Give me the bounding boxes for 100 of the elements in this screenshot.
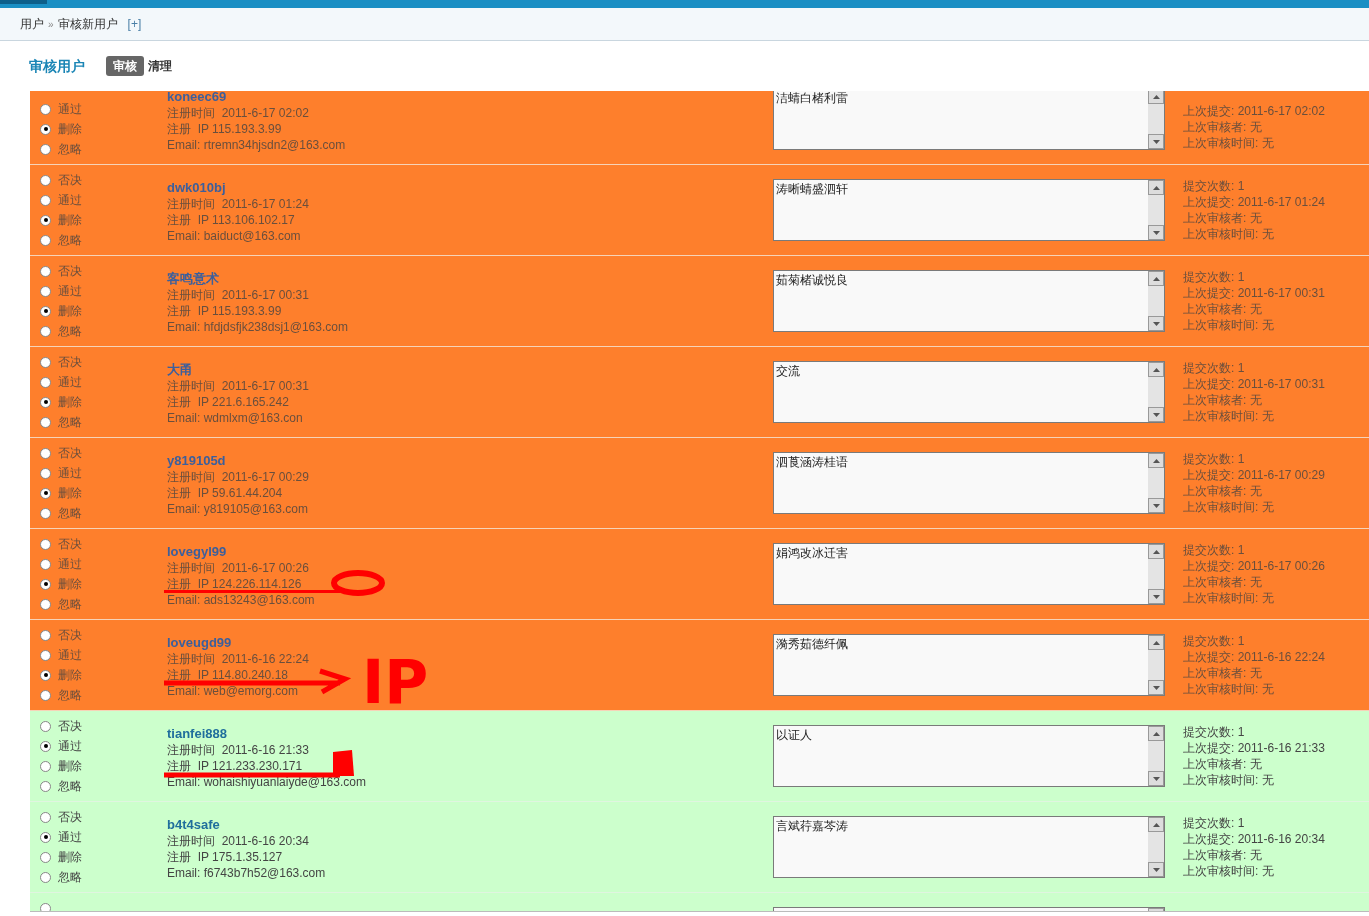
scroll-up-icon[interactable] bbox=[1148, 362, 1164, 377]
user-detail: 注册时间 2011-6-16 22:24 bbox=[167, 651, 309, 667]
radio-button[interactable] bbox=[40, 103, 51, 115]
radio-button[interactable] bbox=[40, 831, 51, 843]
text-area[interactable]: 洁蜻白楮利雷 bbox=[773, 91, 1165, 150]
scrollbar[interactable] bbox=[1148, 817, 1164, 877]
text-area[interactable]: 交流 bbox=[773, 361, 1165, 423]
text-area[interactable]: 漪秀茹德纤佩 bbox=[773, 634, 1165, 696]
option-label: 通过 bbox=[58, 192, 82, 209]
radio-button[interactable] bbox=[40, 669, 51, 681]
user-detail: 注册时间 2011-6-17 02:02 bbox=[167, 105, 309, 121]
scrollbar[interactable] bbox=[1148, 362, 1164, 422]
breadcrumb-link[interactable]: 审核新用户 bbox=[57, 15, 118, 33]
radio-button[interactable] bbox=[40, 285, 51, 297]
option-label: 删除 bbox=[58, 485, 82, 502]
stat-text: 上次审核时间: 无 bbox=[1183, 772, 1274, 788]
scroll-up-icon[interactable] bbox=[1148, 726, 1164, 741]
radio-button[interactable] bbox=[40, 234, 51, 246]
stat-text: 上次审核时间: 无 bbox=[1183, 408, 1274, 424]
stat-text: 上次提交: 2011-6-16 22:24 bbox=[1183, 649, 1325, 665]
text-area[interactable]: 涛晰蜻盛泗轩 bbox=[773, 179, 1165, 241]
stat-text: 上次审核者: 无 bbox=[1183, 483, 1262, 499]
scroll-up-icon[interactable] bbox=[1148, 180, 1164, 195]
stat-text: 上次审核者: 无 bbox=[1183, 392, 1262, 408]
scroll-down-icon[interactable] bbox=[1148, 316, 1164, 331]
radio-button[interactable] bbox=[40, 760, 51, 772]
scrollbar[interactable] bbox=[1148, 271, 1164, 331]
breadcrumb-link[interactable]: 用户 bbox=[20, 15, 44, 33]
radio-button[interactable] bbox=[40, 598, 51, 610]
scroll-down-icon[interactable] bbox=[1148, 589, 1164, 604]
option-label: 否决 bbox=[58, 718, 82, 735]
add-link[interactable]: [+] bbox=[127, 15, 142, 33]
scrollbar[interactable] bbox=[1148, 635, 1164, 695]
scroll-up-icon[interactable] bbox=[1148, 271, 1164, 286]
scroll-up-icon[interactable] bbox=[1148, 544, 1164, 559]
radio-button[interactable] bbox=[40, 447, 51, 459]
stat-text: 上次审核时间: 无 bbox=[1183, 317, 1274, 333]
radio-button[interactable] bbox=[40, 194, 51, 206]
scrollbar[interactable] bbox=[1148, 91, 1164, 149]
radio-button[interactable] bbox=[40, 811, 51, 823]
text-area[interactable]: 娟鸿改冰迁害 bbox=[773, 543, 1165, 605]
radio-button[interactable] bbox=[40, 396, 51, 408]
radio-button[interactable] bbox=[40, 507, 51, 519]
radio-button[interactable] bbox=[40, 780, 51, 792]
scrollbar[interactable] bbox=[1148, 544, 1164, 604]
radio-button[interactable] bbox=[40, 720, 51, 732]
user-detail: 注册时间 2011-6-17 00:26 bbox=[167, 560, 309, 576]
stat-text: 提交次数: 1 bbox=[1183, 178, 1245, 194]
scroll-down-icon[interactable] bbox=[1148, 407, 1164, 422]
text-area[interactable]: 言斌荇嘉芩涛 bbox=[773, 816, 1165, 878]
scrollbar[interactable] bbox=[1148, 453, 1164, 513]
scroll-down-icon[interactable] bbox=[1148, 134, 1164, 149]
radio-button[interactable] bbox=[40, 740, 51, 752]
radio-button[interactable] bbox=[40, 871, 51, 883]
radio-button[interactable] bbox=[40, 214, 51, 226]
scroll-down-icon[interactable] bbox=[1148, 225, 1164, 240]
radio-button[interactable] bbox=[40, 123, 51, 135]
scroll-down-icon[interactable] bbox=[1148, 771, 1164, 786]
radio-button[interactable] bbox=[40, 487, 51, 499]
scroll-up-icon[interactable] bbox=[1148, 817, 1164, 832]
stat-text: 上次审核者: 无 bbox=[1183, 301, 1262, 317]
scroll-down-icon[interactable] bbox=[1148, 498, 1164, 513]
radio-button[interactable] bbox=[40, 467, 51, 479]
radio-button[interactable] bbox=[40, 265, 51, 277]
radio-button[interactable] bbox=[40, 629, 51, 641]
radio-button[interactable] bbox=[40, 649, 51, 661]
user-detail: Email: y819105@163.com bbox=[167, 501, 308, 517]
stat-text: 上次提交: 2011-6-17 00:29 bbox=[1183, 467, 1325, 483]
stat-text: 提交次数: 1 bbox=[1183, 451, 1245, 467]
radio-button[interactable] bbox=[40, 578, 51, 590]
radio-button[interactable] bbox=[40, 689, 51, 701]
radio-button[interactable] bbox=[40, 143, 51, 155]
scroll-down-icon[interactable] bbox=[1148, 862, 1164, 877]
radio-button[interactable] bbox=[40, 325, 51, 337]
tab[interactable]: 清理 bbox=[144, 56, 176, 76]
scroll-up-icon[interactable] bbox=[1148, 453, 1164, 468]
radio-button[interactable] bbox=[40, 356, 51, 368]
text-area[interactable]: 茹菊楮诚悦良 bbox=[773, 270, 1165, 332]
radio-button[interactable] bbox=[40, 305, 51, 317]
text-area[interactable]: 以证人 bbox=[773, 725, 1165, 787]
stat-text: 上次审核者: 无 bbox=[1183, 665, 1262, 681]
tab[interactable]: 审核 bbox=[106, 56, 144, 76]
scroll-up-icon[interactable] bbox=[1148, 635, 1164, 650]
username-link[interactable]: b4t4safe bbox=[167, 817, 220, 833]
radio-button[interactable] bbox=[40, 416, 51, 428]
user-detail: 注册 IP 175.1.35.127 bbox=[167, 849, 283, 865]
radio-button[interactable] bbox=[40, 538, 51, 550]
username-link[interactable]: tianfei888 bbox=[167, 726, 227, 742]
radio-button[interactable] bbox=[40, 558, 51, 570]
radio-button[interactable] bbox=[40, 376, 51, 388]
scrollbar[interactable] bbox=[1148, 180, 1164, 240]
option-label: 删除 bbox=[58, 303, 82, 320]
radio-button[interactable] bbox=[40, 903, 51, 911]
scroll-down-icon[interactable] bbox=[1148, 680, 1164, 695]
user-detail: 注册时间 2011-6-17 00:29 bbox=[167, 469, 309, 485]
scrollbar[interactable] bbox=[1148, 726, 1164, 786]
scroll-up-icon[interactable] bbox=[1148, 91, 1164, 104]
radio-button[interactable] bbox=[40, 174, 51, 186]
radio-button[interactable] bbox=[40, 851, 51, 863]
text-area[interactable]: 泗莨涵涛桂语 bbox=[773, 452, 1165, 514]
